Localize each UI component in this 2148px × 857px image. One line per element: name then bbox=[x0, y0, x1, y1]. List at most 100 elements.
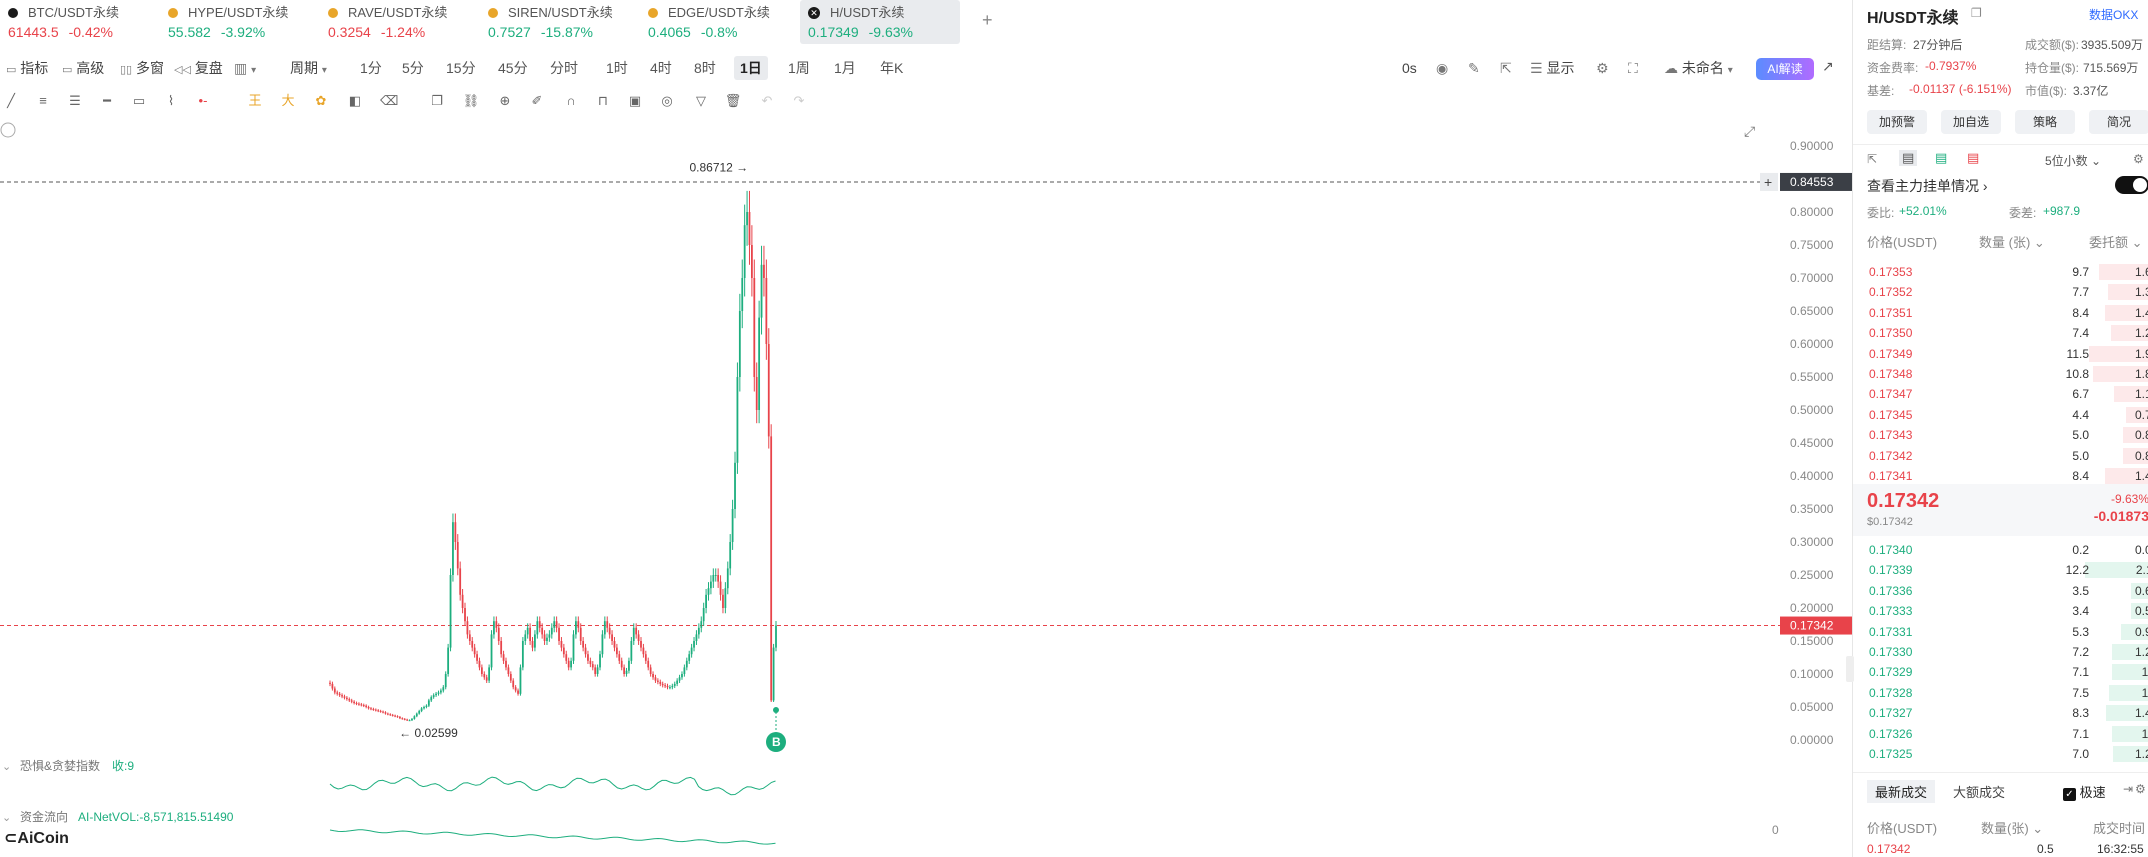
measure-icon[interactable]: ◧ bbox=[346, 92, 364, 110]
bid-row[interactable]: 0.17326 7.1 1.23 bbox=[1869, 724, 2148, 744]
ask-row[interactable]: 0.17343 5.0 0.867 bbox=[1869, 425, 2148, 445]
bid-row[interactable]: 0.17330 7.2 1.248 bbox=[1869, 642, 2148, 662]
settings-icon[interactable]: ⚙ bbox=[1596, 56, 1609, 80]
view-toggle-icon[interactable]: ⇱ bbox=[1867, 152, 1877, 166]
display-button[interactable]: ☰ 显示 bbox=[1530, 56, 1574, 80]
camera-icon[interactable]: ◉ bbox=[1436, 56, 1448, 80]
plus-icon[interactable]: + bbox=[1764, 174, 1772, 190]
panel-collapse-handle[interactable] bbox=[1846, 656, 1854, 682]
eraser-icon[interactable]: ⌫ bbox=[380, 92, 398, 110]
pen-icon[interactable]: ✎ bbox=[1468, 56, 1480, 80]
share-icon[interactable]: ⇱ bbox=[1500, 56, 1512, 80]
tab-latest-trades[interactable]: 最新成交 bbox=[1867, 780, 1936, 803]
fullscreen-icon[interactable]: ⛶ bbox=[1628, 56, 1638, 80]
symbol-tab[interactable]: ✕ H/USDT永续 0.17349 -9.63% bbox=[800, 0, 960, 44]
bid-row[interactable]: 0.17336 3.5 0.607 bbox=[1869, 581, 2148, 601]
price-chart[interactable]: 0.900000.850000.800000.750000.700000.650… bbox=[0, 120, 1852, 857]
bid-row[interactable]: 0.17325 7.0 1.213 bbox=[1869, 744, 2148, 764]
period-dropdown[interactable]: 周期 ▾ bbox=[290, 56, 327, 80]
brush-icon[interactable]: ⌇ bbox=[162, 92, 180, 110]
layout-dropdown[interactable]: ☁ 未命名 ▾ bbox=[1664, 56, 1733, 80]
chart-canvas[interactable]: 0.900000.850000.800000.750000.700000.650… bbox=[0, 120, 1852, 857]
hide-icon[interactable]: ◎ bbox=[658, 92, 676, 110]
ai-analysis-button[interactable]: AI解读 bbox=[1756, 58, 1814, 80]
symbol-tab[interactable]: SIREN/USDT永续 0.7527 -15.87% bbox=[480, 0, 640, 44]
expand-icon[interactable]: ⇥ bbox=[2123, 782, 2133, 796]
period-option[interactable]: 分时 bbox=[544, 56, 584, 80]
ask-row[interactable]: 0.17351 8.4 1.457 bbox=[1869, 303, 2148, 323]
main-orders-link[interactable]: 查看主力挂单情况 › bbox=[1867, 176, 1988, 196]
book-both-icon[interactable]: ▤ bbox=[1899, 150, 1918, 166]
overview-button[interactable]: 简况 bbox=[2089, 110, 2148, 134]
collapse-toolbar-icon[interactable] bbox=[0, 122, 16, 138]
col-value[interactable]: 委托额 ⌄ bbox=[2089, 232, 2143, 251]
strategy-button[interactable]: 策略 bbox=[2015, 110, 2075, 134]
period-option[interactable]: 1时 bbox=[600, 56, 634, 80]
period-option[interactable]: 15分 bbox=[440, 56, 482, 80]
ask-row[interactable]: 0.17341 8.4 1.457 bbox=[1869, 466, 2148, 486]
indicator-button[interactable]: ▭ 指标 bbox=[6, 56, 48, 80]
symbol-tab[interactable]: BTC/USDT永续 61443.5 -0.42% bbox=[0, 0, 160, 44]
col-qty[interactable]: 数量 (张) ⌄ bbox=[1979, 232, 2045, 251]
wang-marker-icon[interactable]: 王 bbox=[246, 92, 264, 110]
undo-icon[interactable]: ↶ bbox=[758, 92, 776, 110]
ask-row[interactable]: 0.17352 7.7 1.336 bbox=[1869, 282, 2148, 302]
advanced-button[interactable]: ▭ 高级 bbox=[62, 56, 104, 80]
period-option[interactable]: 1周 bbox=[782, 56, 816, 80]
period-option[interactable]: 5分 bbox=[396, 56, 430, 80]
trades-col-qty[interactable]: 数量(张) ⌄ bbox=[1981, 818, 2043, 837]
trash-icon[interactable]: 🗑 bbox=[724, 92, 742, 110]
symbol-tab[interactable]: RAVE/USDT永续 0.3254 -1.24% bbox=[320, 0, 480, 44]
main-orders-toggle[interactable] bbox=[2115, 176, 2148, 194]
chevron-down-icon[interactable]: ⌄ bbox=[2, 761, 11, 773]
period-option[interactable]: 1分 bbox=[354, 56, 388, 80]
add-tab-button[interactable]: + bbox=[982, 10, 993, 31]
ask-row[interactable]: 0.17353 9.7 1.683 bbox=[1869, 262, 2148, 282]
redo-icon[interactable]: ↷ bbox=[790, 92, 808, 110]
period-option[interactable]: 45分 bbox=[492, 56, 534, 80]
horizontal-lines-icon[interactable]: ☰ bbox=[66, 92, 84, 110]
bid-row[interactable]: 0.17339 12.2 2.115 bbox=[1869, 560, 2148, 580]
symbol-tab[interactable]: HYPE/USDT永续 55.582 -3.92% bbox=[160, 0, 320, 44]
copy-icon[interactable]: ❐ bbox=[428, 92, 446, 110]
bid-row[interactable]: 0.17331 5.3 0.919 bbox=[1869, 622, 2148, 642]
bid-row[interactable]: 0.17329 7.1 1.23 bbox=[1869, 662, 2148, 682]
expand-icon[interactable]: ⤢ bbox=[1744, 123, 1755, 139]
copy-title-icon[interactable]: ❐ bbox=[1971, 6, 1982, 20]
chevron-down-icon[interactable]: ⌄ bbox=[2, 812, 11, 824]
filter-icon[interactable]: ▽ bbox=[692, 92, 710, 110]
decimals-dropdown[interactable]: 5位小数 ⌄ bbox=[2045, 152, 2101, 169]
magnet-icon[interactable]: ∩ bbox=[562, 92, 580, 110]
period-option[interactable]: 年K bbox=[874, 56, 909, 80]
data-source-link[interactable]: 数据OKX bbox=[2089, 6, 2138, 23]
period-option[interactable]: 8时 bbox=[688, 56, 722, 80]
symbol-tab[interactable]: EDGE/USDT永续 0.4065 -0.8% bbox=[640, 0, 800, 44]
replay-button[interactable]: ◁◁ 复盘 bbox=[174, 56, 223, 80]
ray-icon[interactable]: ━ bbox=[98, 92, 116, 110]
ask-row[interactable]: 0.17348 10.8 1.874 bbox=[1869, 364, 2148, 384]
book-asks-icon[interactable]: ▤ bbox=[1967, 150, 1979, 166]
trend-line-icon[interactable]: ╱ bbox=[2, 92, 20, 110]
lotus-icon[interactable]: ✿ bbox=[312, 92, 330, 110]
da-marker-icon[interactable]: 大 bbox=[279, 92, 297, 110]
ask-row[interactable]: 0.17342 5.0 0.867 bbox=[1869, 446, 2148, 466]
multi-window-button[interactable]: ▯▯ 多窗 bbox=[120, 56, 164, 80]
alert-button[interactable]: 加预警 bbox=[1867, 110, 1927, 134]
bid-row[interactable]: 0.17340 0.2 0.035 bbox=[1869, 540, 2148, 560]
settings-icon[interactable]: ⚙ bbox=[2133, 152, 2144, 166]
zoom-icon[interactable]: ⊕ bbox=[496, 92, 514, 110]
link-icon[interactable]: ⛓ bbox=[462, 92, 480, 110]
period-option[interactable]: 4时 bbox=[644, 56, 678, 80]
lock-icon[interactable]: ⊓ bbox=[594, 92, 612, 110]
share-out-icon[interactable]: ↗ bbox=[1822, 58, 1834, 75]
period-option[interactable]: 1月 bbox=[828, 56, 862, 80]
arrow-marker-icon[interactable]: •‐ bbox=[194, 92, 212, 110]
fast-mode-checkbox[interactable]: ✓ 极速 bbox=[2063, 782, 2106, 801]
watchlist-button[interactable]: 加自选 bbox=[1941, 110, 2001, 134]
ask-row[interactable]: 0.17347 6.7 1.162 bbox=[1869, 384, 2148, 404]
template-icon[interactable]: ▣ bbox=[626, 92, 644, 110]
settings-icon[interactable]: ⚙ bbox=[2135, 782, 2146, 796]
rectangle-icon[interactable]: ▭ bbox=[130, 92, 148, 110]
ask-row[interactable]: 0.17349 11.5 1.995 bbox=[1869, 344, 2148, 364]
ask-row[interactable]: 0.17350 7.4 1.284 bbox=[1869, 323, 2148, 343]
